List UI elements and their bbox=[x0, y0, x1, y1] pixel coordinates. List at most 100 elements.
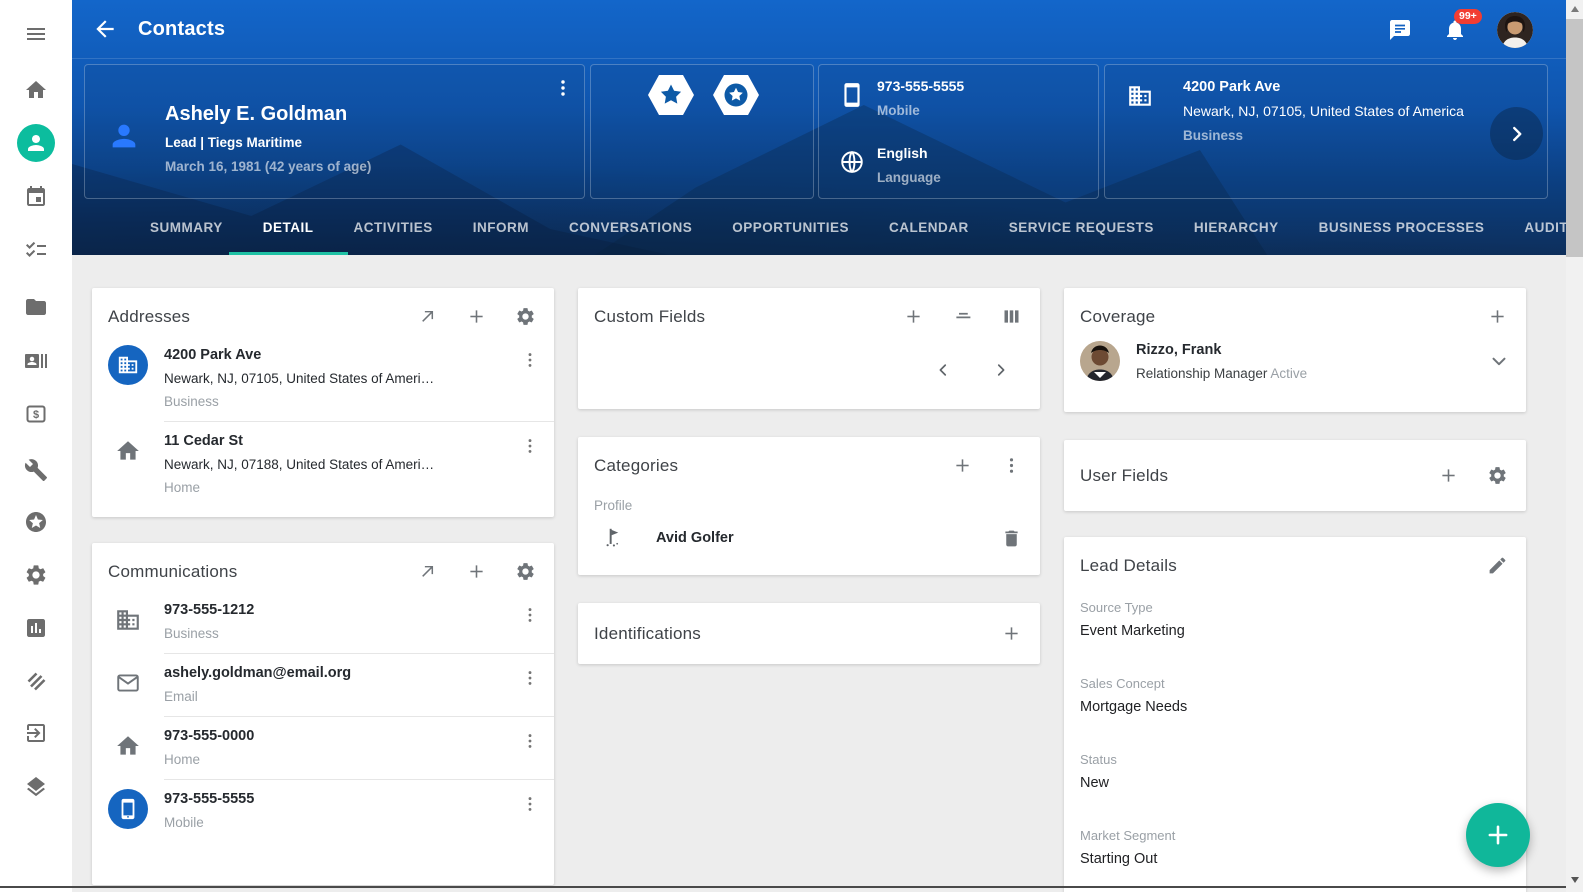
scrollbar-thumb[interactable] bbox=[1566, 19, 1583, 257]
chat-icon[interactable] bbox=[1388, 18, 1412, 42]
communication-kebab-icon[interactable] bbox=[520, 604, 540, 626]
communications-settings-gear-icon[interactable] bbox=[515, 561, 536, 582]
communication-kebab-icon[interactable] bbox=[520, 667, 540, 689]
address-type: Business bbox=[164, 394, 520, 409]
sidebar-item-tasks[interactable] bbox=[24, 238, 48, 262]
tab-summary[interactable]: SUMMARY bbox=[150, 199, 223, 255]
contact-birth-line: March 16, 1981 (42 years of age) bbox=[165, 159, 371, 174]
building-icon bbox=[1127, 83, 1153, 109]
main-area: Contacts 99+ bbox=[72, 0, 1566, 892]
custom-fields-card: Custom Fields bbox=[578, 288, 1040, 409]
address-kebab-icon[interactable] bbox=[520, 435, 540, 457]
communication-type: Home bbox=[164, 752, 520, 767]
edit-pencil-icon[interactable] bbox=[1487, 555, 1508, 576]
address-line2: Newark, NJ, 07105, United States of Amer… bbox=[1183, 103, 1464, 119]
tab-audit[interactable]: AUDIT bbox=[1524, 199, 1566, 255]
email-envelope-icon bbox=[108, 663, 148, 703]
addresses-settings-gear-icon[interactable] bbox=[515, 306, 536, 327]
scrollbar-down-arrow[interactable] bbox=[1566, 871, 1583, 888]
address-list-item[interactable]: 4200 Park Ave Newark, NJ, 07105, United … bbox=[92, 335, 554, 421]
add-fab-button[interactable] bbox=[1466, 803, 1530, 867]
open-in-new-icon[interactable] bbox=[417, 306, 438, 327]
communication-kebab-icon[interactable] bbox=[520, 793, 540, 815]
pager-next-chevron-icon[interactable] bbox=[992, 361, 1010, 379]
lead-field-label: Sales Concept bbox=[1080, 676, 1510, 691]
hero-next-chevron-button[interactable] bbox=[1490, 107, 1543, 160]
open-in-new-icon[interactable] bbox=[417, 561, 438, 582]
back-arrow-icon[interactable] bbox=[92, 16, 118, 42]
communication-kebab-icon[interactable] bbox=[520, 730, 540, 752]
communication-list-item[interactable]: 973-555-1212 Business bbox=[92, 590, 554, 653]
sidebar-item-calendar[interactable] bbox=[24, 185, 48, 209]
contacts-page: $ bbox=[0, 0, 1583, 892]
sidebar-item-tools[interactable] bbox=[24, 458, 48, 482]
sidebar-item-layers[interactable] bbox=[24, 775, 48, 799]
sidebar-item-sign-out[interactable] bbox=[24, 721, 48, 745]
scrollbar-up-arrow[interactable] bbox=[1566, 0, 1583, 17]
sidebar-item-deals[interactable] bbox=[24, 669, 48, 693]
user-fields-title: User Fields bbox=[1080, 466, 1438, 486]
vertical-scrollbar[interactable] bbox=[1566, 0, 1583, 892]
tab-hierarchy[interactable]: HIERARCHY bbox=[1194, 199, 1279, 255]
add-address-icon[interactable] bbox=[466, 306, 487, 327]
contact-tabs: SUMMARY DETAIL ACTIVITIES INFORM CONVERS… bbox=[72, 199, 1566, 255]
hexagon-star-badge-icon[interactable] bbox=[647, 74, 695, 116]
sort-icon[interactable] bbox=[952, 306, 973, 327]
sidebar-item-reports[interactable] bbox=[24, 616, 48, 640]
tab-opportunities[interactable]: OPPORTUNITIES bbox=[732, 199, 849, 255]
lead-field: Status New bbox=[1080, 752, 1510, 791]
tab-activities[interactable]: ACTIVITIES bbox=[354, 199, 433, 255]
add-user-field-icon[interactable] bbox=[1438, 465, 1459, 486]
add-identification-icon[interactable] bbox=[1001, 623, 1022, 644]
communication-type: Business bbox=[164, 626, 520, 641]
contact-menu-kebab-icon[interactable] bbox=[552, 77, 574, 99]
sidebar-item-settings[interactable] bbox=[24, 563, 48, 587]
coverage-list-item[interactable]: Rizzo, Frank Relationship Manager Active bbox=[1064, 335, 1526, 395]
addresses-card: Addresses 4200 Park Ave Newark, NJ, 0710… bbox=[92, 288, 554, 517]
sidebar-item-folder[interactable] bbox=[24, 295, 48, 319]
address-line1: 4200 Park Ave bbox=[1183, 79, 1464, 95]
home-icon bbox=[108, 726, 148, 766]
sidebar-item-home[interactable] bbox=[24, 78, 48, 102]
add-custom-field-icon[interactable] bbox=[903, 306, 924, 327]
tab-detail[interactable]: DETAIL bbox=[263, 199, 314, 255]
user-avatar[interactable] bbox=[1497, 12, 1533, 48]
business-building-icon bbox=[108, 345, 148, 385]
categories-title: Categories bbox=[594, 456, 952, 476]
columns-icon[interactable] bbox=[1001, 306, 1022, 327]
person-icon bbox=[107, 119, 137, 149]
sidebar-item-contacts-list[interactable] bbox=[24, 349, 48, 373]
communication-list-item[interactable]: 973-555-0000 Home bbox=[92, 716, 554, 779]
menu-icon[interactable] bbox=[24, 22, 48, 46]
hexagon-circled-star-badge-icon[interactable] bbox=[712, 74, 760, 116]
communication-list-item[interactable]: ashely.goldman@email.org Email bbox=[92, 653, 554, 716]
tab-calendar[interactable]: CALENDAR bbox=[889, 199, 969, 255]
sidebar-item-contact-active[interactable] bbox=[17, 124, 55, 162]
address-secondary: Newark, NJ, 07188, United States of Amer… bbox=[164, 457, 520, 472]
tab-business-processes[interactable]: BUSINESS PROCESSES bbox=[1319, 199, 1485, 255]
address-secondary: Newark, NJ, 07105, United States of Amer… bbox=[164, 371, 520, 386]
contact-address-panel: 4200 Park Ave Newark, NJ, 07105, United … bbox=[1104, 64, 1548, 199]
tab-service-requests[interactable]: SERVICE REQUESTS bbox=[1009, 199, 1154, 255]
add-category-icon[interactable] bbox=[952, 455, 973, 476]
pager-previous-chevron-icon[interactable] bbox=[934, 361, 952, 379]
categories-kebab-icon[interactable] bbox=[1001, 455, 1022, 476]
user-fields-settings-gear-icon[interactable] bbox=[1487, 465, 1508, 486]
tab-inform[interactable]: INFORM bbox=[473, 199, 529, 255]
coverage-expand-chevron-down-icon[interactable] bbox=[1488, 350, 1510, 372]
tab-conversations[interactable]: CONVERSATIONS bbox=[569, 199, 692, 255]
delete-category-trash-icon[interactable] bbox=[1001, 528, 1022, 549]
address-list-item[interactable]: 11 Cedar St Newark, NJ, 07188, United St… bbox=[92, 421, 554, 507]
notifications-bell-icon[interactable]: 99+ bbox=[1443, 18, 1467, 42]
sidebar-item-billing[interactable]: $ bbox=[24, 402, 48, 426]
address-kebab-icon[interactable] bbox=[520, 349, 540, 371]
communication-type: Mobile bbox=[164, 815, 520, 830]
category-item[interactable]: Avid Golfer bbox=[578, 513, 1040, 565]
add-communication-icon[interactable] bbox=[466, 561, 487, 582]
address-primary: 11 Cedar St bbox=[164, 433, 520, 449]
sidebar-item-rewards[interactable] bbox=[24, 510, 48, 534]
communication-list-item[interactable]: 973-555-5555 Mobile bbox=[92, 779, 554, 842]
add-coverage-icon[interactable] bbox=[1487, 306, 1508, 327]
category-group-label: Profile bbox=[578, 484, 1040, 513]
phone-block: 973-555-5555 Mobile bbox=[877, 78, 964, 118]
